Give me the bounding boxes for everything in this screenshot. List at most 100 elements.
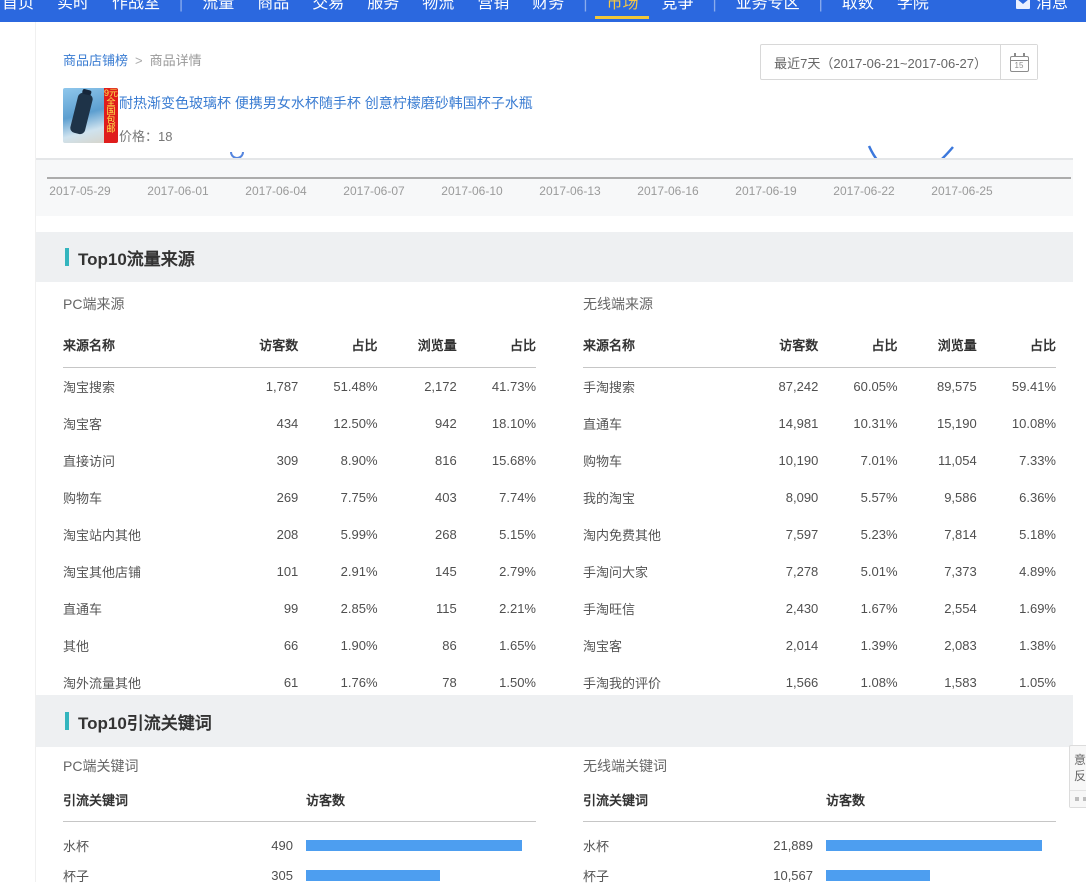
nav-items: 首页 实时 作战室 | 流量 商品 交易 服务 物流 营销 财务 | 市场 竞争 | 业务专区 | 取数 学院: [0, 0, 1086, 20]
product-thumbnail[interactable]: 9元全国包邮: [63, 88, 118, 143]
date-range-label: 最近7天（2017-06-21~2017-06-27）: [761, 45, 1000, 79]
chart-axis-band: 2017-05-292017-06-012017-06-042017-06-07…: [36, 158, 1073, 216]
feedback-tab[interactable]: 意见反馈: [1069, 745, 1086, 808]
pc-traffic-table: 来源名称 访客数 占比 浏览量 占比 淘宝搜索 1,787 51.48% 2,1…: [63, 327, 536, 738]
traffic-source-row: 其他 66 1.90% 86 1.65%: [63, 627, 536, 664]
traffic-source-row: 淘内免费其他 7,597 5.23% 7,814 5.18%: [583, 516, 1056, 553]
nav-item-data-extract[interactable]: 取数: [842, 0, 874, 20]
panel-subtitle: 无线端来源: [583, 294, 1056, 314]
traffic-source-row: 手淘旺信 2,430 1.67% 2,554 1.69%: [583, 590, 1056, 627]
nav-item-traffic[interactable]: 流量: [202, 0, 234, 20]
nav-item-war-room[interactable]: 作战室: [112, 0, 160, 20]
date-range-picker[interactable]: 最近7天（2017-06-21~2017-06-27） 15: [760, 44, 1038, 80]
section-title: Top10流量来源: [78, 245, 195, 270]
table-header-row: 来源名称 访客数 占比 浏览量 占比: [63, 327, 536, 368]
section-title: Top10引流关键词: [78, 709, 212, 734]
traffic-source-row: 直通车 14,981 10.31% 15,190 10.08%: [583, 405, 1056, 442]
x-axis-date-label: 2017-06-07: [325, 184, 423, 198]
keyword-section-header: Top10引流关键词: [36, 695, 1073, 747]
nav-item-service[interactable]: 服务: [367, 0, 399, 20]
keyword-bar: [306, 870, 440, 881]
keyword-row: 水杯 21,889: [583, 830, 1056, 860]
wireless-traffic-table: 来源名称 访客数 占比 浏览量 占比 手淘搜索 87,242 60.05% 89…: [583, 327, 1056, 738]
keyword-rows: 水杯 21,889 杯子 10,567: [583, 830, 1056, 890]
nav-item-marketing[interactable]: 营销: [477, 0, 509, 20]
keyword-row: 杯子 305: [63, 860, 536, 890]
keyword-rows: 水杯 490 杯子 305: [63, 830, 536, 890]
traffic-source-row: 购物车 10,190 7.01% 11,054 7.33%: [583, 442, 1056, 479]
nav-item-home[interactable]: 首页: [2, 0, 34, 20]
nav-item-academy[interactable]: 学院: [897, 0, 929, 20]
main-content: 商品店铺榜 > 商品详情 最近7天（2017-06-21~2017-06-27） 1…: [35, 22, 1073, 882]
keyword-row: 杯子 10,567: [583, 860, 1056, 890]
keyword-bar: [826, 840, 1042, 851]
x-axis-date-label: 2017-06-16: [619, 184, 717, 198]
feedback-label: 意见反馈: [1070, 746, 1086, 791]
nav-divider: |: [179, 0, 183, 20]
envelope-icon: [1016, 0, 1030, 9]
nav-item-logistics[interactable]: 物流: [422, 0, 454, 20]
traffic-source-row: 购物车 269 7.75% 403 7.74%: [63, 479, 536, 516]
x-axis-date-label: 2017-06-19: [717, 184, 815, 198]
x-axis-line: [47, 177, 1071, 179]
traffic-source-row: 淘宝其他店铺 101 2.91% 145 2.79%: [63, 553, 536, 590]
nav-item-realtime[interactable]: 实时: [57, 0, 89, 20]
wireless-traffic-panel: 无线端来源 来源名称 访客数 占比 浏览量 占比 手淘搜索 87,242 60.…: [583, 294, 1056, 738]
traffic-source-row: 淘宝客 2,014 1.39% 2,083 1.38%: [583, 627, 1056, 664]
traffic-source-row: 我的淘宝 8,090 5.57% 9,586 6.36%: [583, 479, 1056, 516]
nav-divider: |: [819, 0, 823, 20]
wireless-keywords-panel: 无线端关键词 引流关键词 访客数 水杯 21,889 杯子 10,567: [583, 756, 1056, 890]
panel-subtitle: PC端来源: [63, 294, 536, 314]
table-header-row: 来源名称 访客数 占比 浏览量 占比: [583, 327, 1056, 368]
x-axis-date-label: 2017-06-22: [815, 184, 913, 198]
panel-subtitle: PC端关键词: [63, 756, 536, 776]
traffic-source-row: 手淘问大家 7,278 5.01% 7,373 4.89%: [583, 553, 1056, 590]
nav-item-messages[interactable]: 消息: [1016, 0, 1086, 20]
feedback-icon: [1070, 791, 1086, 807]
bottle-image-shape: [69, 92, 93, 135]
x-axis-date-label: 2017-06-13: [521, 184, 619, 198]
breadcrumb-current: 商品详情: [150, 53, 202, 68]
traffic-source-row: 手淘搜索 87,242 60.05% 89,575 59.41%: [583, 368, 1056, 406]
nav-divider: |: [583, 0, 587, 20]
traffic-source-row: 淘宝站内其他 208 5.99% 268 5.15%: [63, 516, 536, 553]
traffic-source-row: 淘宝客 434 12.50% 942 18.10%: [63, 405, 536, 442]
traffic-source-row: 直接访问 309 8.90% 816 15.68%: [63, 442, 536, 479]
x-axis-date-label: 2017-05-29: [31, 184, 129, 198]
keyword-table-header: 引流关键词 访客数: [63, 790, 536, 822]
product-badge: 9元全国包邮: [104, 88, 118, 143]
keyword-table-header: 引流关键词 访客数: [583, 790, 1056, 822]
traffic-section-header: Top10流量来源: [36, 232, 1073, 282]
x-axis-date-label: 2017-06-10: [423, 184, 521, 198]
nav-item-business-zone[interactable]: 业务专区: [736, 0, 800, 20]
x-axis-labels: 2017-05-292017-06-012017-06-042017-06-07…: [31, 184, 1011, 198]
breadcrumb: 商品店铺榜 > 商品详情: [63, 50, 202, 69]
calendar-button[interactable]: 15: [1000, 45, 1037, 79]
section-accent-bar: [65, 712, 69, 730]
nav-item-market-active[interactable]: 市场: [606, 0, 638, 20]
x-axis-date-label: 2017-06-04: [227, 184, 325, 198]
nav-item-items[interactable]: 商品: [257, 0, 289, 20]
x-axis-date-label: 2017-06-01: [129, 184, 227, 198]
pc-keywords-panel: PC端关键词 引流关键词 访客数 水杯 490 杯子 305: [63, 756, 536, 890]
nav-item-finance[interactable]: 财务: [532, 0, 564, 20]
nav-divider: |: [713, 0, 717, 20]
keyword-bar: [306, 840, 522, 851]
section-accent-bar: [65, 248, 69, 266]
messages-label: 消息: [1036, 0, 1068, 20]
keyword-bar: [826, 870, 930, 881]
keyword-row: 水杯 490: [63, 830, 536, 860]
pc-traffic-panel: PC端来源 来源名称 访客数 占比 浏览量 占比 淘宝搜索 1,787 51.4…: [63, 294, 536, 738]
nav-item-competition[interactable]: 竞争: [661, 0, 693, 20]
breadcrumb-separator: >: [135, 53, 143, 68]
product-price: 价格：18: [119, 126, 172, 145]
nav-item-trade[interactable]: 交易: [312, 0, 344, 20]
traffic-source-row: 淘宝搜索 1,787 51.48% 2,172 41.73%: [63, 368, 536, 406]
breadcrumb-link-rank[interactable]: 商品店铺榜: [63, 53, 128, 68]
top-navbar: 首页 实时 作战室 | 流量 商品 交易 服务 物流 营销 财务 | 市场 竞争 | 业务专区 | 取数 学院 消息: [0, 0, 1086, 22]
product-title-link[interactable]: 耐热渐变色玻璃杯 便携男女水杯随手杯 创意柠檬磨砂韩国杯子水瓶: [119, 93, 533, 113]
x-axis-date-label: 2017-06-25: [913, 184, 1011, 198]
traffic-source-row: 直通车 99 2.85% 115 2.21%: [63, 590, 536, 627]
calendar-icon: 15: [1010, 56, 1029, 72]
panel-subtitle: 无线端关键词: [583, 756, 1056, 776]
